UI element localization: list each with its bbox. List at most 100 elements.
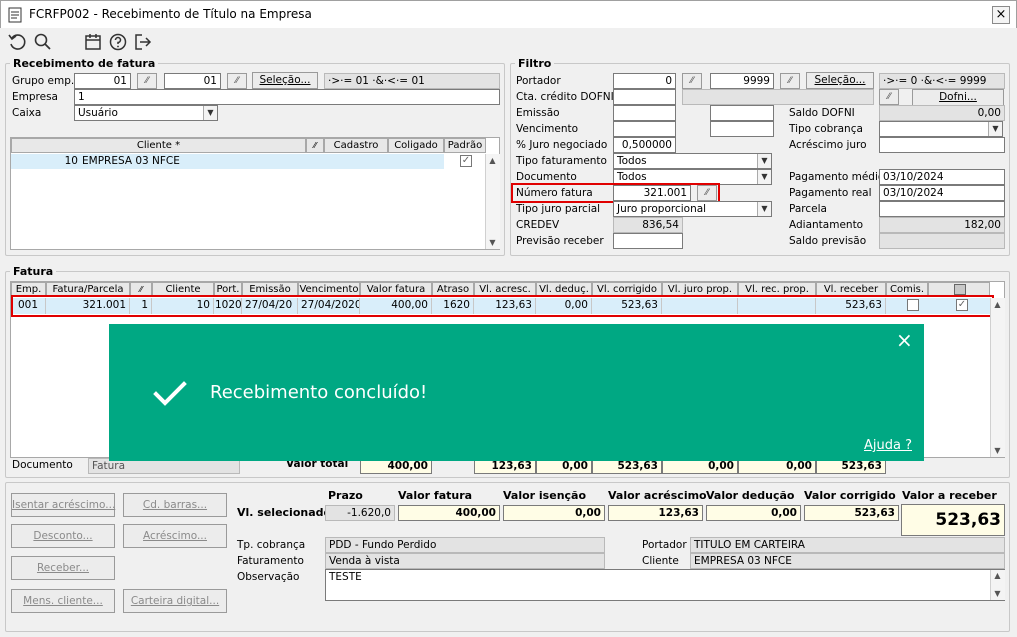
vencimento-ate-field[interactable]: [710, 121, 774, 137]
documento-filtro-value: Todos: [617, 171, 647, 183]
portador-label: Portador: [516, 75, 561, 87]
acrescimo-juro-label: Acréscimo juro: [789, 139, 867, 151]
portador-info-label: Portador: [642, 539, 687, 551]
carteira-digital-button[interactable]: Carteira digital...: [123, 589, 227, 613]
prazo-value: -1.620,0: [325, 505, 395, 521]
portador-selecao-button[interactable]: Seleção...: [806, 72, 874, 89]
mens-cliente-button[interactable]: Mens. cliente...: [11, 589, 115, 613]
portador-ate-lookup-icon[interactable]: ⁄⁄: [780, 73, 800, 89]
portador-info-field: TITULO EM CARTEIRA: [690, 537, 1005, 553]
portador-de-field[interactable]: 0: [613, 73, 676, 89]
tipo-faturamento-select[interactable]: Todos ▼: [613, 153, 772, 169]
adiantamento-label: Adiantamento: [789, 219, 864, 231]
portador-ate-field[interactable]: 9999: [710, 73, 774, 89]
previsao-receber-field[interactable]: [613, 233, 683, 249]
caixa-select[interactable]: Usuário ▼: [74, 105, 218, 121]
documento-label: Documento: [12, 459, 73, 471]
cliente-nome: EMPRESA 03 NFCE: [82, 155, 180, 167]
toast-close-icon[interactable]: ×: [896, 328, 913, 352]
cliente-grid-scrollbar[interactable]: ▲ ▼: [485, 154, 500, 249]
juro-negociado-field[interactable]: 0,500000: [613, 137, 676, 153]
chevron-down-icon[interactable]: ▼: [988, 122, 1002, 136]
acrescimo-button[interactable]: Acréscimo...: [123, 524, 227, 548]
isentar-acrescimo-button[interactable]: Isentar acréscimo...: [11, 493, 115, 517]
cta-lookup-icon[interactable]: ⁄⁄: [879, 89, 899, 105]
cliente-lookup-icon[interactable]: ⁄⁄: [306, 138, 324, 153]
valor-acrescimo-value: 123,63: [608, 505, 703, 521]
empresa-label: Empresa: [12, 91, 58, 103]
filtro-title: Filtro: [515, 57, 555, 70]
empresa-field[interactable]: 1: [74, 89, 500, 105]
observacao-scrollbar[interactable]: ▲ ▼: [990, 570, 1005, 600]
chevron-down-icon[interactable]: ▼: [757, 170, 771, 184]
valor-isencao-header: Valor isenção: [503, 489, 587, 502]
valor-fatura-sum-value: 400,00: [398, 505, 500, 521]
adiantamento-field: 182,00: [879, 217, 1005, 233]
cadastro-header[interactable]: Cadastro: [324, 138, 388, 153]
grupo-ate-lookup-icon[interactable]: ⁄⁄: [227, 73, 247, 89]
tp-cobranca-label: Tp. cobrança: [237, 539, 306, 551]
toast-help-link[interactable]: Ajuda ?: [864, 438, 912, 453]
acrescimo-juro-field[interactable]: [879, 137, 1005, 153]
cliente-header[interactable]: Cliente *: [11, 138, 306, 153]
calendar-icon[interactable]: [83, 32, 105, 54]
vencimento-de-field[interactable]: [613, 121, 676, 137]
grupo-de-lookup-icon[interactable]: ⁄⁄: [137, 73, 157, 89]
scroll-up-icon[interactable]: ▲: [991, 298, 1004, 311]
valor-corrigido-value: 523,63: [804, 505, 899, 521]
chevron-down-icon[interactable]: ▼: [203, 106, 217, 120]
padrao-header[interactable]: Padrão: [444, 138, 486, 153]
grupo-ate-field[interactable]: 01: [164, 73, 221, 89]
saldo-previsao-label: Saldo previsão: [789, 235, 867, 247]
cta-credito-field[interactable]: [613, 89, 676, 105]
receber-button[interactable]: Receber...: [11, 556, 115, 580]
valor-isencao-value: 0,00: [503, 505, 605, 521]
cliente-info-label: Cliente: [642, 555, 679, 567]
fatura-grid-scrollbar[interactable]: ▲ ▼: [990, 298, 1005, 457]
select-all-checkbox[interactable]: [954, 284, 966, 295]
coligado-header[interactable]: Coligado: [388, 138, 444, 153]
table-row[interactable]: 10 EMPRESA 03 NFCE: [11, 154, 444, 169]
tipo-juro-select[interactable]: Juro proporcional ▼: [613, 201, 772, 217]
emissao-de-field[interactable]: [613, 105, 676, 121]
valor-fatura-sum-header: Valor fatura: [398, 489, 473, 502]
pagamento-medio-field[interactable]: 03/10/2024: [879, 169, 1005, 185]
fatura-title: Fatura: [10, 265, 57, 278]
tipo-cobranca-select[interactable]: ▼: [879, 121, 1003, 137]
scroll-up-icon[interactable]: ▲: [486, 154, 499, 167]
saldo-previsao-field: [879, 233, 1005, 249]
grupo-selecao-button[interactable]: Seleção...: [252, 72, 318, 89]
pagamento-real-field[interactable]: 03/10/2024: [879, 185, 1005, 201]
scroll-up-icon[interactable]: ▲: [991, 570, 1004, 582]
undo-icon[interactable]: [7, 32, 29, 54]
exit-icon[interactable]: [133, 32, 155, 54]
parcela-field[interactable]: [879, 201, 1005, 217]
scroll-down-icon[interactable]: ▼: [991, 588, 1004, 600]
chevron-down-icon[interactable]: ▼: [757, 202, 771, 216]
observacao-label: Observação: [237, 571, 300, 583]
previsao-receber-label: Previsão receber: [516, 235, 604, 247]
grupo-de-field[interactable]: 01: [74, 73, 131, 89]
valor-acrescimo-header: Valor acréscimo: [608, 489, 707, 502]
emissao-ate-field[interactable]: [710, 105, 774, 121]
scroll-down-icon[interactable]: ▼: [486, 236, 499, 249]
desconto-button[interactable]: Desconto...: [11, 524, 115, 548]
cd-barras-button[interactable]: Cd. barras...: [123, 493, 227, 517]
saldo-dofni-label: Saldo DOFNI: [789, 107, 855, 119]
valor-deducao-value: 0,00: [706, 505, 801, 521]
help-icon[interactable]: [108, 32, 130, 54]
valor-receber-header: Valor a receber: [902, 489, 997, 502]
padrao-checkbox[interactable]: ✓: [460, 155, 472, 167]
faturamento-label: Faturamento: [237, 555, 304, 567]
cta-credito-desc: [682, 89, 874, 105]
window-close-button[interactable]: ×: [992, 6, 1010, 24]
portador-de-lookup-icon[interactable]: ⁄⁄: [682, 73, 702, 89]
scroll-down-icon[interactable]: ▼: [991, 444, 1004, 457]
dofni-button[interactable]: Dofni...: [912, 89, 1004, 106]
observacao-field[interactable]: TESTE: [325, 569, 1005, 601]
cliente-codigo: 10: [64, 155, 78, 167]
search-icon[interactable]: [33, 32, 55, 54]
numero-fatura-highlight: [511, 183, 720, 203]
valor-corrigido-header: Valor corrigido: [804, 489, 896, 502]
chevron-down-icon[interactable]: ▼: [757, 154, 771, 168]
